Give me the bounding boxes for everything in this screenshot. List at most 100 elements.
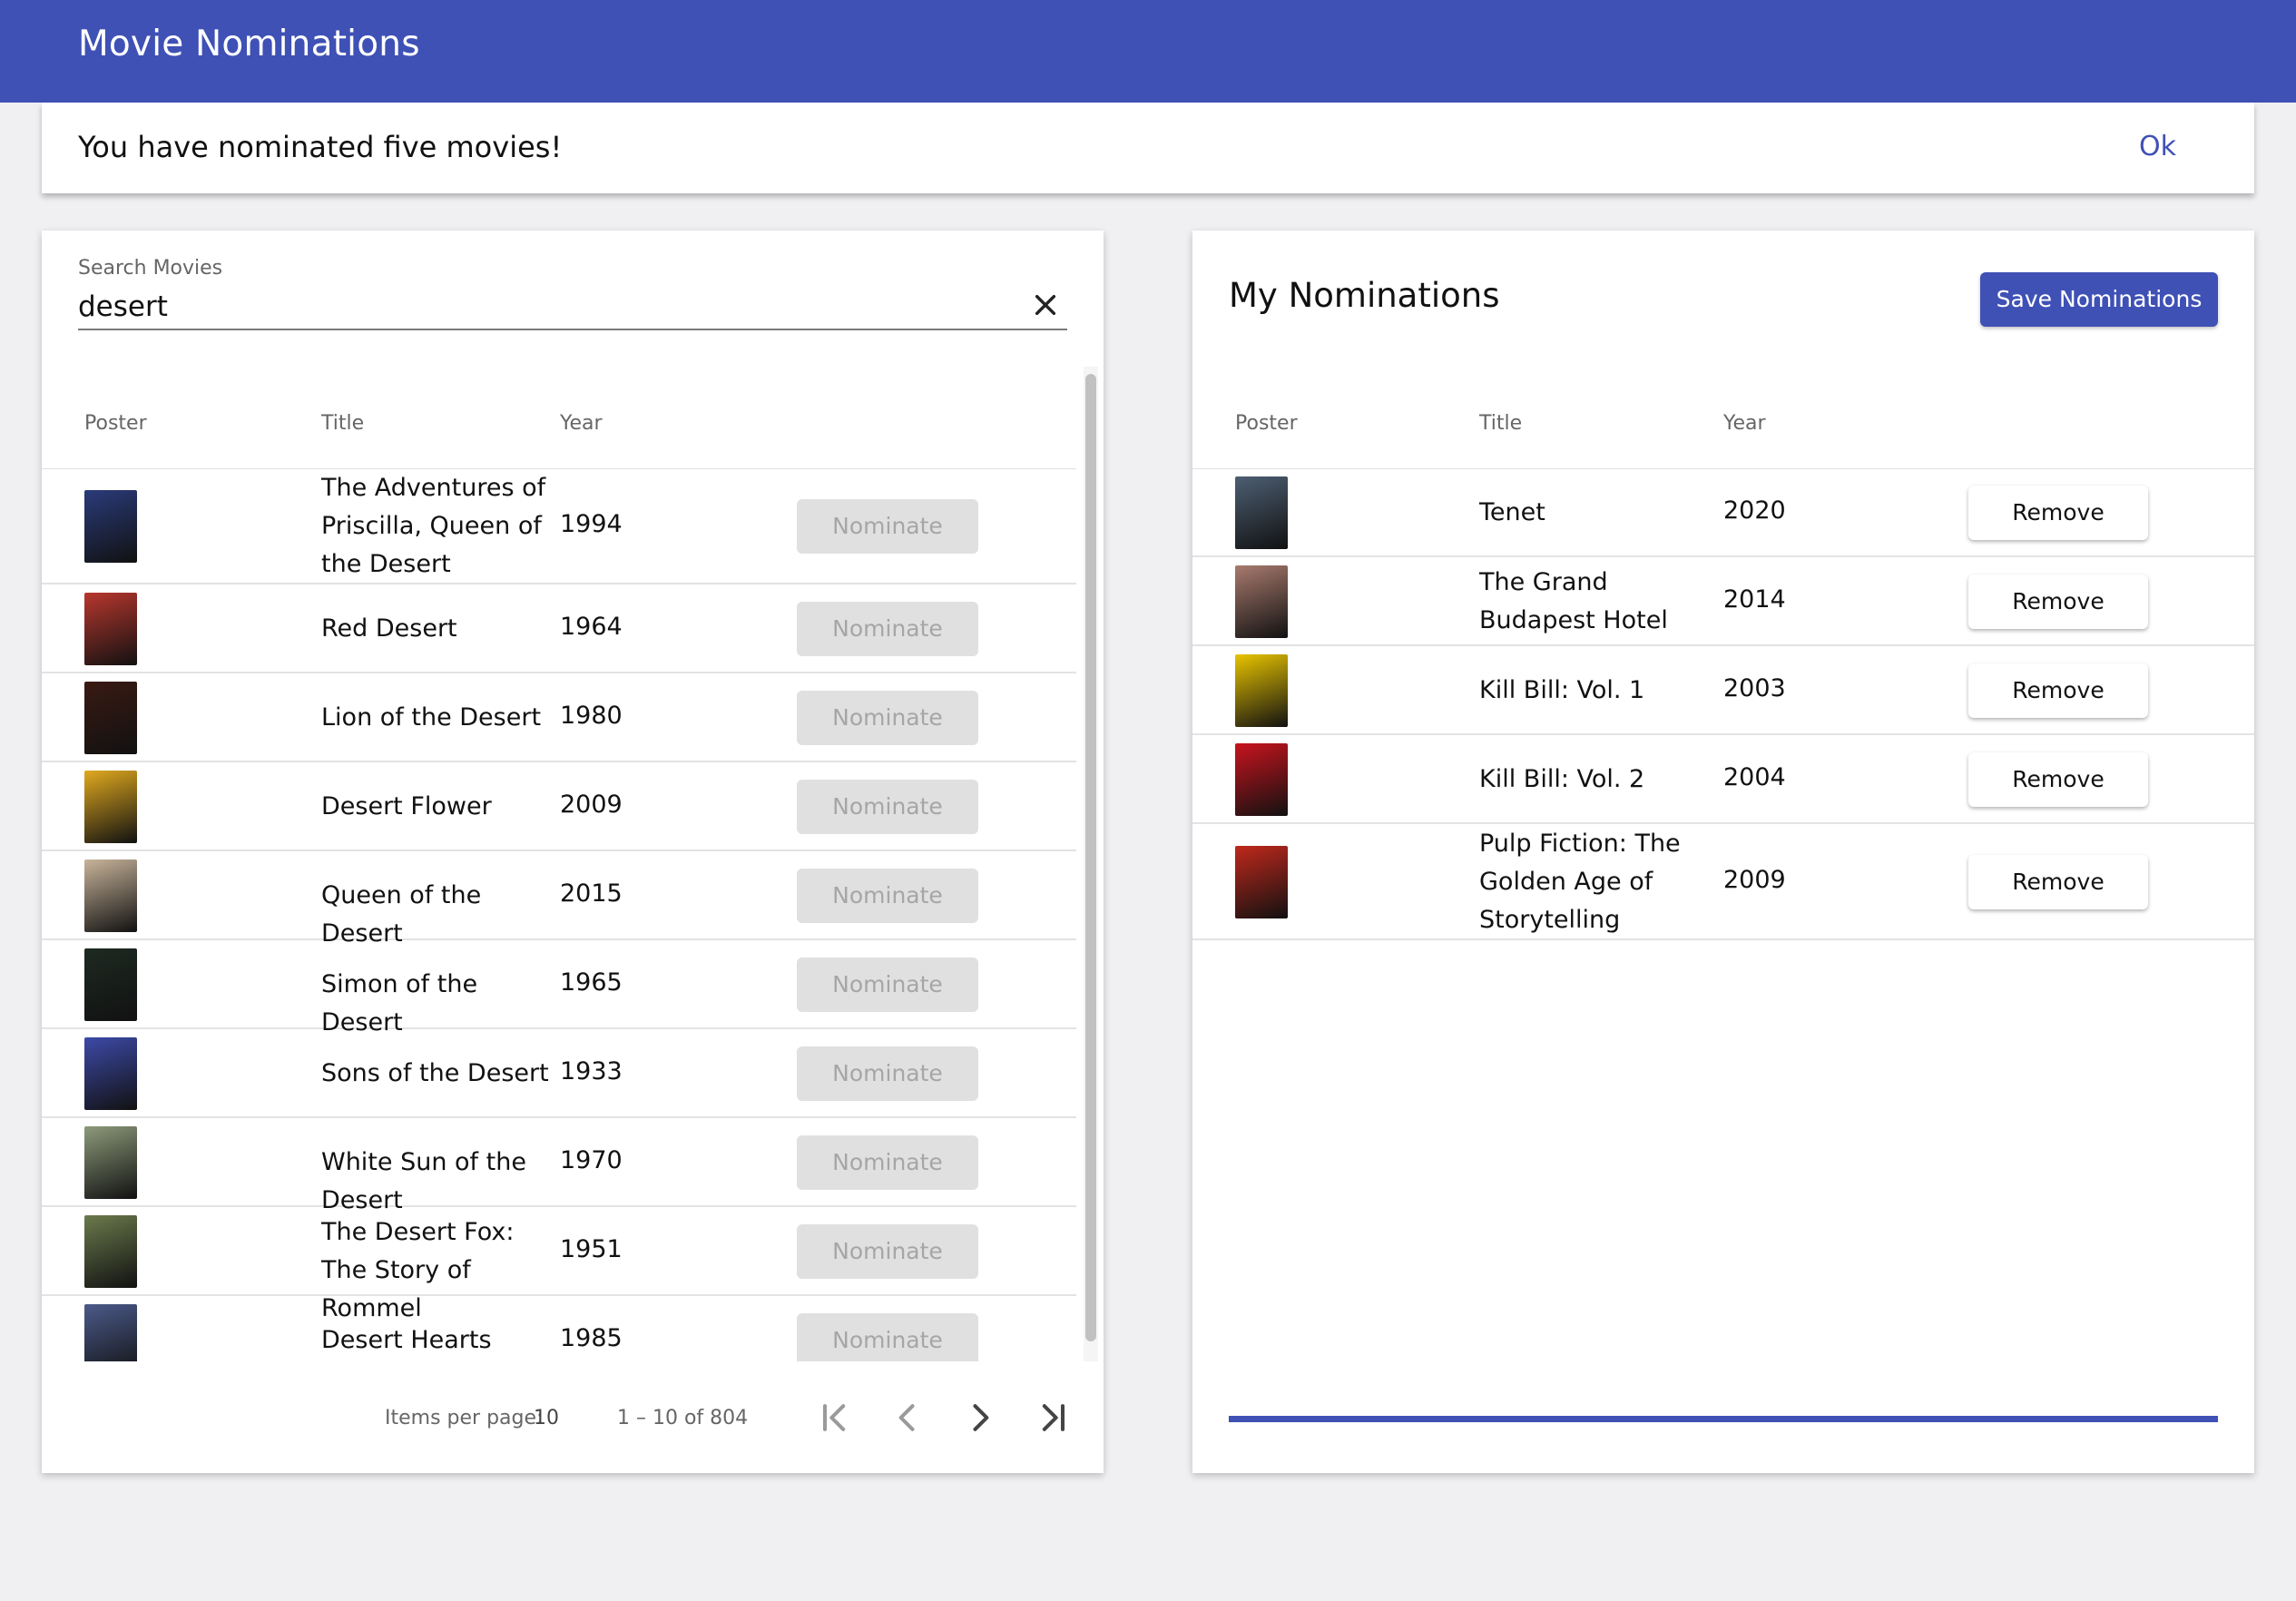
search-label: Search Movies (78, 257, 223, 280)
nominate-button[interactable]: Nominate (797, 691, 978, 745)
nominations-header-year: Year (1723, 412, 1766, 435)
search-input[interactable] (78, 289, 986, 325)
results-row: Sons of the Desert 1933 Nominate (42, 1029, 1076, 1118)
movie-poster (84, 1037, 137, 1110)
nomination-row: Pulp Fiction: The Golden Age of Storytel… (1192, 824, 2254, 940)
remove-button[interactable]: Remove (1968, 855, 2148, 909)
movie-poster (84, 593, 137, 665)
nomination-year: 2004 (1723, 763, 1786, 791)
nomination-year: 2014 (1723, 585, 1786, 614)
nominate-button[interactable]: Nominate (797, 602, 978, 656)
items-per-page-select[interactable]: 10 (534, 1407, 559, 1429)
nominate-button[interactable]: Nominate (797, 499, 978, 554)
movie-poster (84, 1304, 137, 1361)
movie-poster (84, 1215, 137, 1288)
nominate-button[interactable]: Nominate (797, 958, 978, 1012)
results-row: White Sun of the Desert 1970 Nominate (42, 1118, 1076, 1214)
nomination-poster (1235, 565, 1288, 638)
nominations-card: My Nominations Save Nominations Poster T… (1192, 231, 2254, 1473)
remove-button[interactable]: Remove (1968, 663, 2148, 718)
results-row: Red Desert 1964 Nominate (42, 584, 1076, 673)
movie-poster (84, 490, 137, 563)
search-field: Search Movies (78, 245, 1067, 330)
nomination-poster (1235, 743, 1288, 816)
notification-banner: You have nominated five movies! Ok (42, 103, 2254, 193)
nominations-progress-bar (1229, 1416, 2218, 1422)
nominate-button[interactable]: Nominate (797, 1224, 978, 1279)
previous-page-icon[interactable] (888, 1398, 927, 1438)
nomination-row: Tenet 2020 Remove (1192, 468, 2254, 557)
column-header-poster: Poster (84, 412, 147, 435)
nominate-button[interactable]: Nominate (797, 869, 978, 923)
movie-year: 1980 (560, 702, 623, 730)
results-row: Desert Flower 2009 Nominate (42, 762, 1076, 851)
results-scrollbar[interactable] (1084, 367, 1098, 1361)
results-row: Desert Hearts 1985 Nominate (42, 1296, 1076, 1361)
nomination-title: Tenet (1479, 498, 1545, 526)
column-header-year: Year (560, 412, 603, 435)
movie-year: 2015 (560, 879, 623, 908)
results-row: Queen of the Desert 2015 Nominate (42, 851, 1076, 948)
movie-poster (84, 1126, 137, 1199)
clear-search-icon[interactable] (1031, 290, 1060, 319)
results-row: Lion of the Desert 1980 Nominate (42, 673, 1076, 762)
results-table: Poster Title Year The Adventures of Pris… (42, 367, 1076, 1361)
nomination-title: Pulp Fiction: The Golden Age of Storytel… (1479, 830, 1681, 934)
movie-year: 2009 (560, 791, 623, 819)
nomination-row: Kill Bill: Vol. 1 2003 Remove (1192, 646, 2254, 735)
remove-button[interactable]: Remove (1968, 575, 2148, 629)
nomination-title: Kill Bill: Vol. 1 (1479, 676, 1645, 704)
movie-title: Lion of the Desert (321, 703, 542, 732)
remove-button[interactable]: Remove (1968, 486, 2148, 540)
results-row: The Desert Fox: The Story of Rommel 1951 N… (42, 1207, 1076, 1322)
movie-title: Desert Flower (321, 792, 492, 820)
page-range: 1 – 10 of 804 (617, 1407, 749, 1429)
nomination-poster (1235, 654, 1288, 727)
nomination-year: 2003 (1723, 674, 1786, 702)
paginator: Items per page: 10 1 – 10 of 804 (42, 1361, 1104, 1473)
nomination-title: The Grand Budapest Hotel (1479, 568, 1668, 634)
banner-ok-button[interactable]: Ok (2139, 131, 2176, 162)
movie-poster (84, 948, 137, 1021)
movie-year: 1970 (560, 1146, 623, 1174)
movie-poster (84, 859, 137, 932)
nomination-poster (1235, 476, 1288, 549)
movie-poster (84, 682, 137, 754)
movie-year: 1965 (560, 968, 623, 997)
nominate-button[interactable]: Nominate (797, 1046, 978, 1101)
movie-title: Sons of the Desert (321, 1059, 549, 1087)
nominations-header-title: Title (1479, 412, 1523, 435)
banner-message: You have nominated five movies! (78, 130, 563, 164)
scrollbar-thumb[interactable] (1085, 374, 1096, 1341)
column-header-title: Title (321, 412, 365, 435)
movie-year: 1985 (560, 1324, 623, 1352)
movie-year: 1951 (560, 1235, 623, 1263)
nominate-button[interactable]: Nominate (797, 780, 978, 834)
app-bar: Movie Nominations (0, 0, 2296, 103)
remove-button[interactable]: Remove (1968, 752, 2148, 807)
movie-title: The Adventures of Priscilla, Queen of th… (321, 474, 546, 578)
nominations-header-poster: Poster (1235, 412, 1298, 435)
nomination-year: 2009 (1723, 866, 1786, 894)
last-page-icon[interactable] (1033, 1398, 1073, 1438)
nominations-title: My Nominations (1229, 276, 1500, 315)
results-row: The Adventures of Priscilla, Queen of th… (42, 468, 1076, 584)
save-nominations-button[interactable]: Save Nominations (1980, 272, 2218, 327)
movie-year: 1964 (560, 613, 623, 641)
nomination-row: Kill Bill: Vol. 2 2004 Remove (1192, 735, 2254, 824)
nomination-row: The Grand Budapest Hotel 2014 Remove (1192, 557, 2254, 646)
nominate-button[interactable]: Nominate (797, 1135, 978, 1190)
nomination-year: 2020 (1723, 496, 1786, 525)
nominate-button[interactable]: Nominate (797, 1313, 978, 1361)
movie-title: Red Desert (321, 614, 457, 643)
results-row: Simon of the Desert 1965 Nominate (42, 940, 1076, 1036)
first-page-icon[interactable] (815, 1398, 855, 1438)
items-per-page-label: Items per page: (385, 1407, 544, 1429)
movie-year: 1933 (560, 1057, 623, 1085)
app-title: Movie Nominations (78, 24, 420, 64)
search-results-card: Search Movies Poster Title Year The Adve… (42, 231, 1104, 1473)
movie-year: 1994 (560, 510, 623, 538)
movie-title: Desert Hearts (321, 1326, 492, 1354)
next-page-icon[interactable] (960, 1398, 1000, 1438)
nomination-title: Kill Bill: Vol. 2 (1479, 765, 1645, 793)
